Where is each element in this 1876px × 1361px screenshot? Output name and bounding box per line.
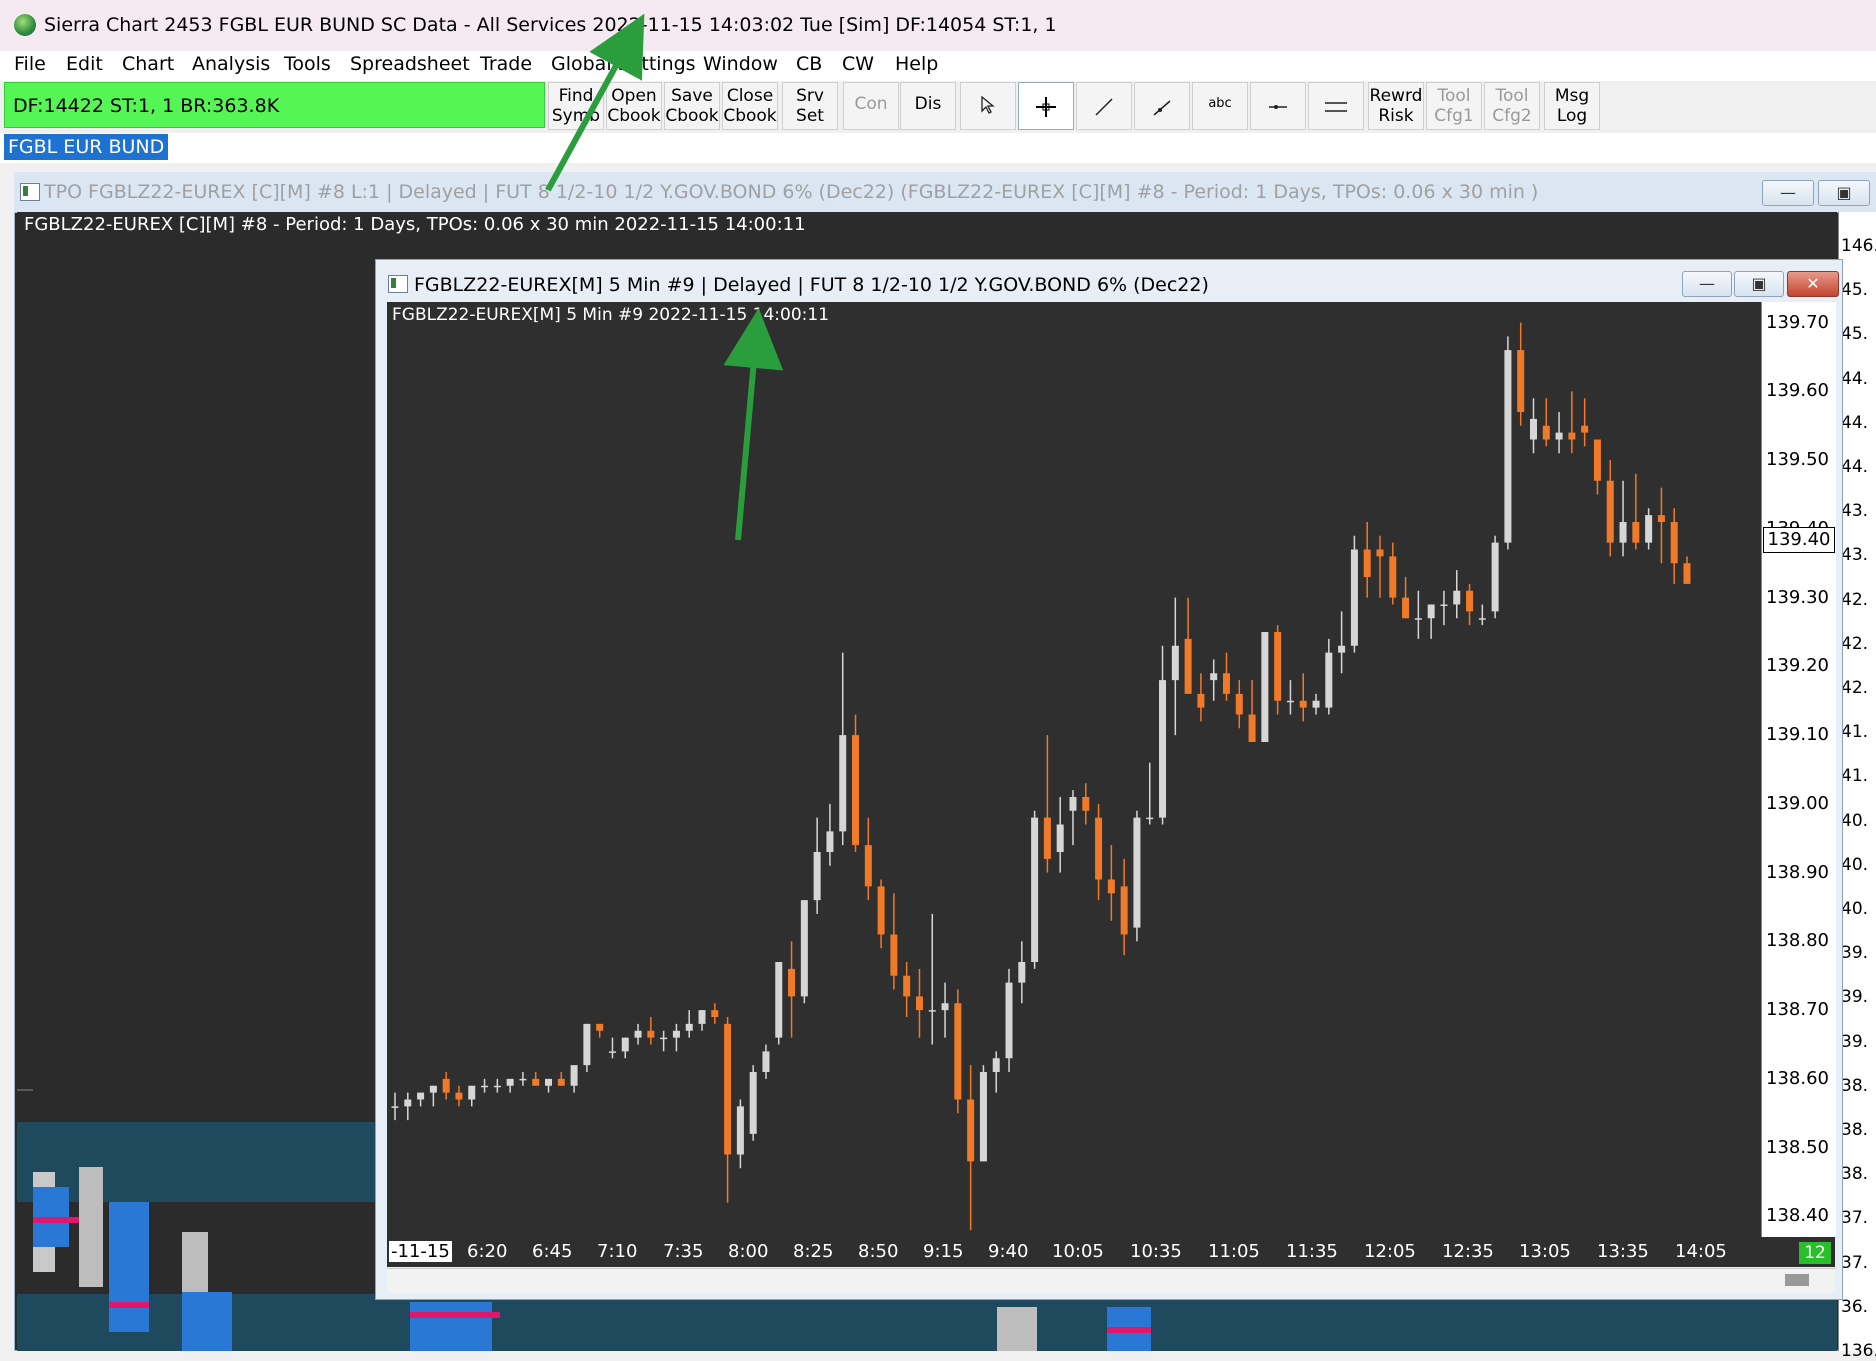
annotation-arrows [545, 13, 784, 541]
arrow-to-title-time [545, 13, 645, 192]
arrow-to-chart-time [723, 308, 784, 541]
